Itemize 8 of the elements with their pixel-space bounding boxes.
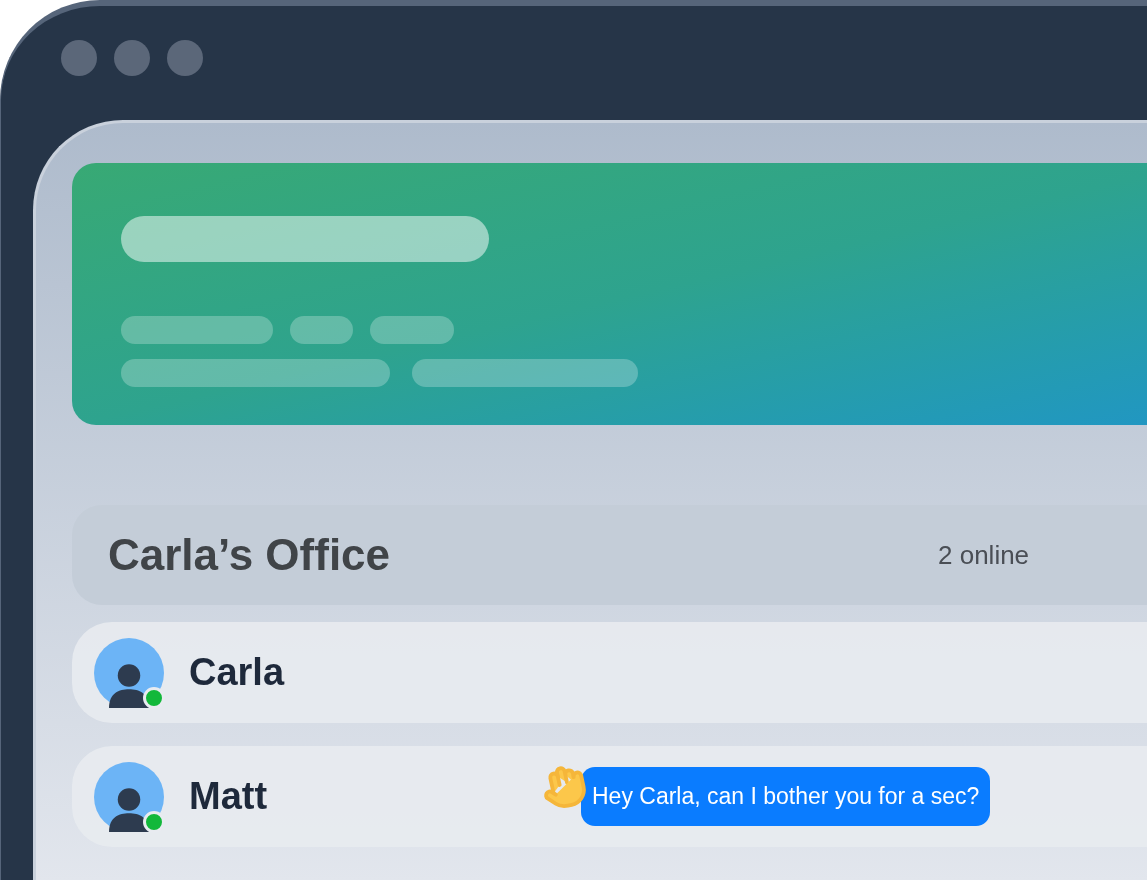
online-count: 2 online bbox=[938, 538, 1030, 572]
member-row[interactable]: Carla bbox=[72, 622, 1147, 723]
placeholder-bar bbox=[290, 316, 353, 344]
member-name: Carla bbox=[189, 650, 286, 695]
chat-bubble: Hey Carla, can I bother you for a sec? bbox=[581, 767, 991, 826]
member-row[interactable]: Matt Hey Carla, can I bother you for a sec? bbox=[72, 746, 1147, 847]
office-title: Carla’s Office bbox=[108, 529, 392, 581]
member-name: Matt bbox=[189, 774, 269, 819]
